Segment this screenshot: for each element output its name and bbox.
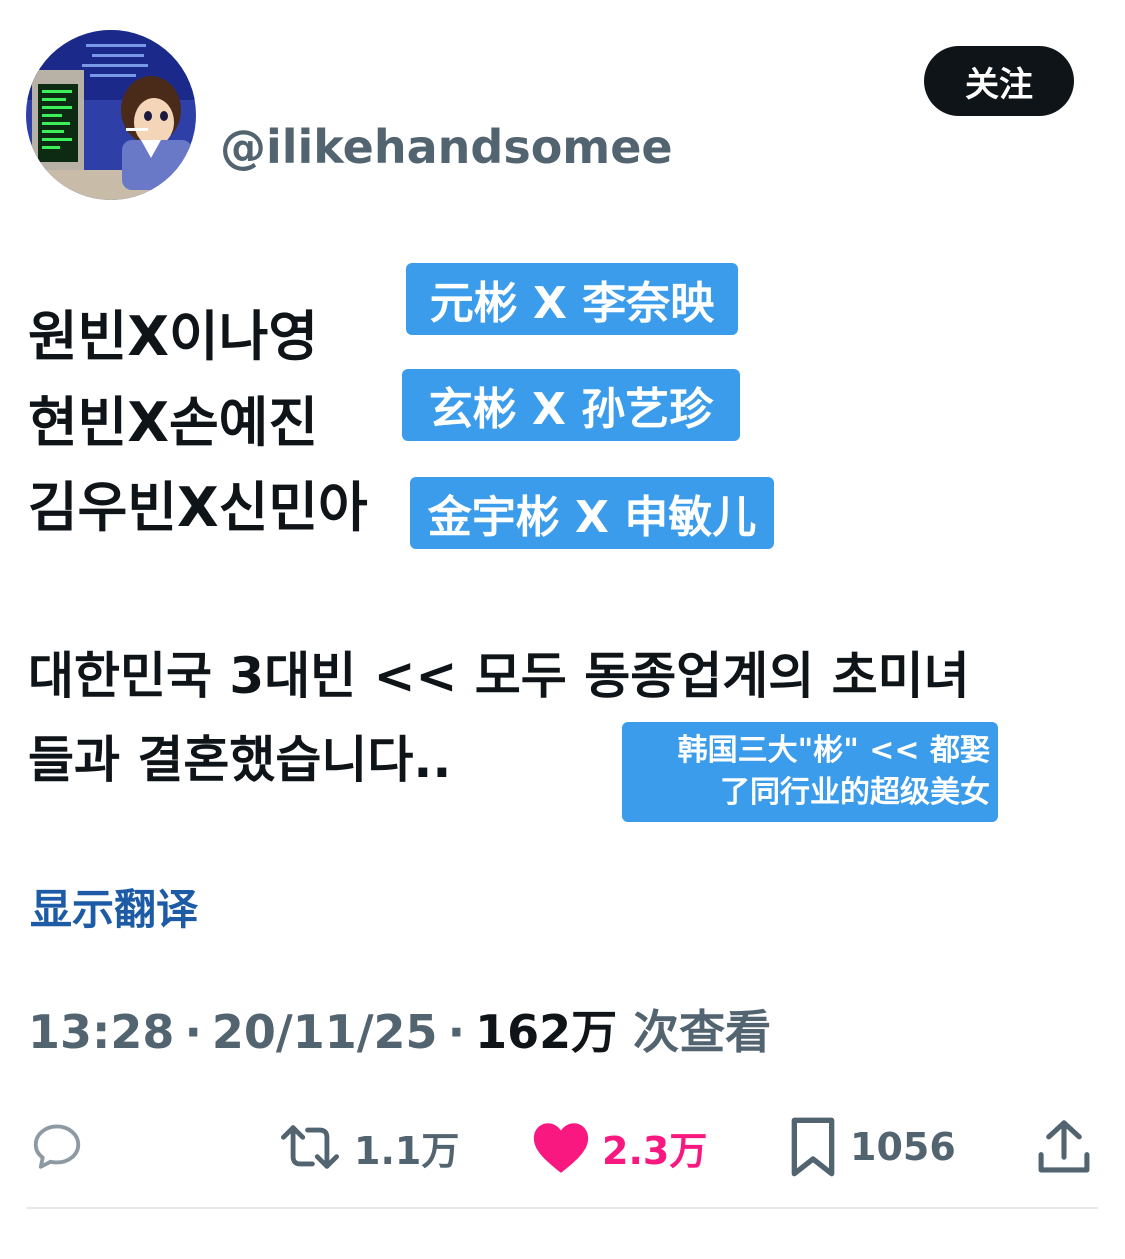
separator-dot: ·: [184, 1005, 202, 1059]
follow-button[interactable]: 关注: [924, 46, 1074, 116]
translation-note-2: 玄彬 X 孙艺珍: [402, 369, 740, 441]
action-bar: 1.1万 2.3万 1056: [0, 1112, 1125, 1182]
tweet-line-2: 현빈X손예진: [28, 391, 319, 454]
tweet-line-1: 원빈X이나영: [28, 305, 319, 368]
tweet-time[interactable]: 13:28: [28, 1005, 174, 1059]
avatar-image: [26, 30, 196, 200]
translation-note-1: 元彬 X 李奈映: [406, 263, 738, 335]
retweet-button[interactable]: 1.1万: [276, 1112, 459, 1182]
tweet-date[interactable]: 20/11/25: [212, 1005, 438, 1059]
bookmark-button[interactable]: 1056: [786, 1112, 956, 1182]
views-label: 次查看: [633, 1005, 772, 1059]
tweet-line-3: 김우빈X신민아: [28, 476, 368, 539]
divider: [26, 1207, 1098, 1209]
share-icon: [1038, 1120, 1090, 1173]
show-translation-link[interactable]: 显示翻译: [30, 876, 198, 937]
separator-dot: ·: [447, 1005, 466, 1059]
tweet-paragraph-line-1: 대한민국 3대빈 << 모두 동종업계의 초미녀: [28, 647, 970, 705]
views-count: 162万: [475, 1005, 618, 1059]
translation-note-paragraph-line-1: 韩国三大"彬" << 都娶: [677, 733, 990, 768]
reply-icon: [33, 1124, 81, 1169]
like-button[interactable]: 2.3万: [530, 1112, 707, 1182]
translation-note-paragraph: 韩国三大"彬" << 都娶 了同行业的超级美女: [622, 722, 998, 822]
share-button[interactable]: [1036, 1112, 1092, 1182]
translation-note-3: 金宇彬 X 申敏儿: [410, 477, 774, 549]
translation-note-paragraph-line-2: 了同行业的超级美女: [720, 775, 990, 810]
heart-icon: [533, 1123, 589, 1173]
bookmark-icon: [791, 1117, 835, 1177]
avatar[interactable]: [26, 30, 196, 200]
reply-button[interactable]: [28, 1112, 96, 1182]
retweet-count: 1.1万: [354, 1128, 460, 1173]
tweet-meta: 13:28 · 20/11/25 · 162万 次查看: [28, 996, 771, 1062]
tweet-paragraph-line-2: 들과 결혼했습니다..: [28, 731, 452, 789]
retweet-icon: [281, 1125, 340, 1169]
like-count: 2.3万: [602, 1128, 708, 1173]
username[interactable]: @ilikehandsomee: [220, 120, 673, 174]
bookmark-count: 1056: [850, 1125, 956, 1169]
